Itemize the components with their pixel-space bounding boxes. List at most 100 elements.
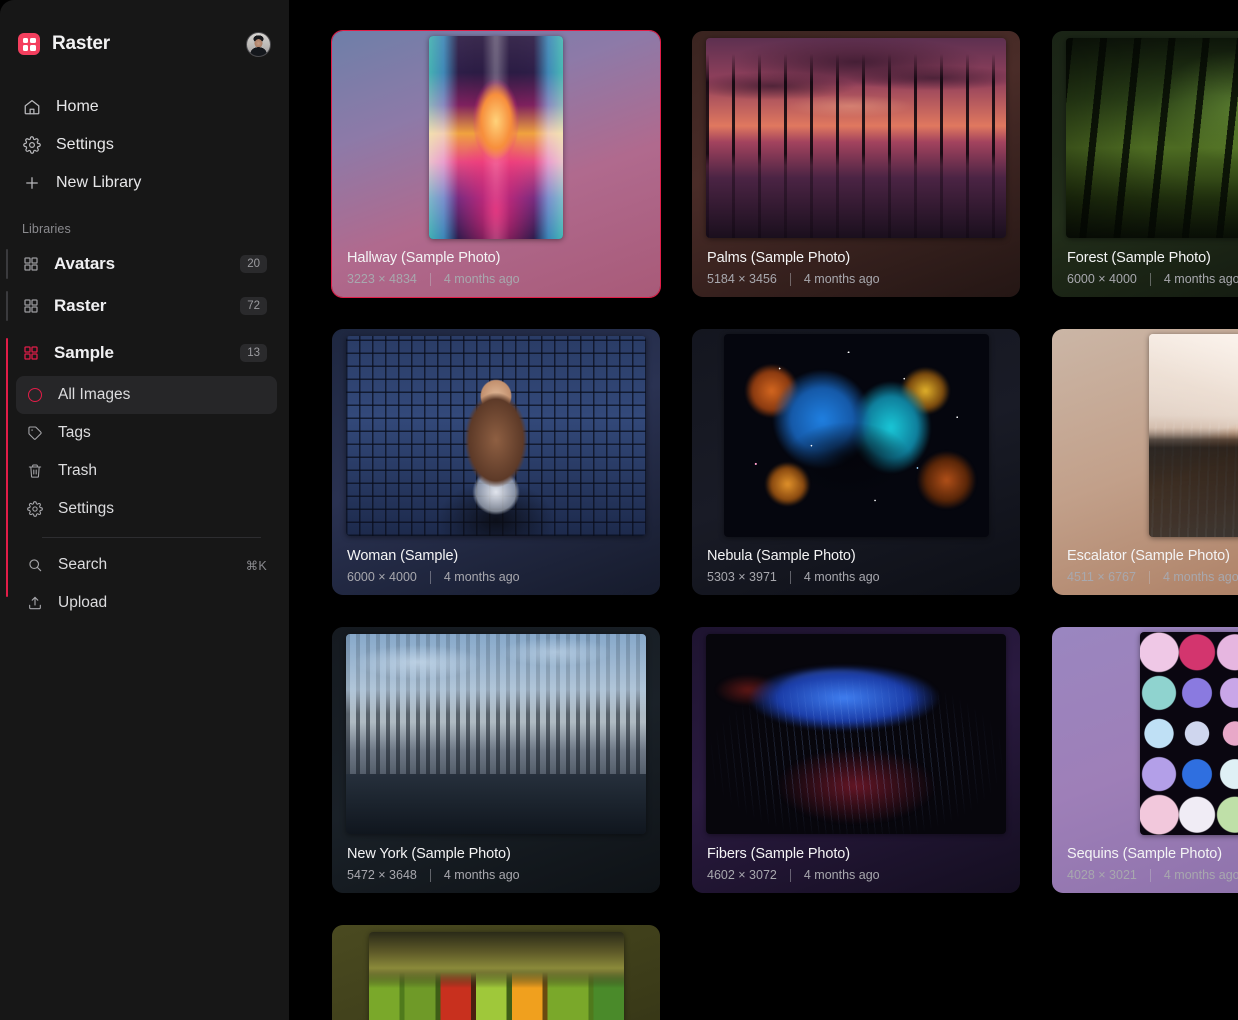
image-subinfo: 3223 × 4834 4 months ago <box>347 272 645 286</box>
card-meta: Woman (Sample) 6000 × 4000 4 months ago <box>332 537 660 595</box>
meta-separator <box>1150 869 1151 882</box>
image-card[interactable]: Fibers (Sample Photo) 4602 × 3072 4 mont… <box>692 627 1020 893</box>
image-card[interactable]: Hallway (Sample Photo) 3223 × 4834 4 mon… <box>332 31 660 297</box>
image-modified: 4 months ago <box>804 272 880 286</box>
image-card[interactable]: Sequins (Sample Photo) 4028 × 3021 4 mon… <box>1052 627 1238 893</box>
library-block-raster: Raster 72 <box>0 285 289 332</box>
app-title: Raster <box>52 33 110 55</box>
sidebar-item-trash[interactable]: Trash <box>16 452 277 490</box>
sidebar-item-library-settings-label: Settings <box>58 500 114 518</box>
card-meta: Hallway (Sample Photo) 3223 × 4834 4 mon… <box>332 239 660 297</box>
card-meta: Escalator (Sample Photo) 4511 × 6767 4 m… <box>1052 537 1238 595</box>
thumbnail-area <box>692 329 1020 537</box>
sidebar-item-avatars[interactable]: Avatars 20 <box>16 243 277 285</box>
sidebar-item-library-settings[interactable]: Settings <box>16 490 277 528</box>
photo-artwork <box>1140 632 1238 835</box>
sidebar-item-tags[interactable]: Tags <box>16 414 277 452</box>
image-card[interactable]: Forest (Sample Photo) 6000 × 4000 4 mont… <box>1052 31 1238 297</box>
sidebar-item-avatars-label: Avatars <box>54 254 115 274</box>
photo-artwork <box>1149 334 1238 537</box>
nav-item-new-library[interactable]: New Library <box>12 164 277 202</box>
sidebar-item-raster-count: 72 <box>240 297 267 315</box>
thumbnail-area <box>332 329 660 537</box>
meta-separator <box>790 273 791 286</box>
image-modified: 4 months ago <box>444 570 520 584</box>
thumbnail-area <box>332 627 660 835</box>
gear-icon <box>22 135 42 155</box>
image-subinfo: 5184 × 3456 4 months ago <box>707 272 1005 286</box>
raster-logo-icon <box>18 33 40 55</box>
image-dimensions: 4028 × 3021 <box>1067 868 1137 882</box>
nav-item-new-library-label: New Library <box>56 174 141 192</box>
image-grid: Hallway (Sample Photo) 3223 × 4834 4 mon… <box>332 31 1238 1020</box>
image-modified: 4 months ago <box>1164 272 1238 286</box>
sidebar-divider <box>42 537 261 538</box>
image-title: Hallway (Sample Photo) <box>347 250 645 266</box>
nav-item-settings[interactable]: Settings <box>12 126 277 164</box>
image-dimensions: 4602 × 3072 <box>707 868 777 882</box>
thumbnail-area <box>1052 31 1238 239</box>
sidebar-item-avatars-count: 20 <box>240 255 267 273</box>
image-thumbnail <box>1149 334 1238 537</box>
library-rail <box>6 291 8 321</box>
image-card[interactable]: Nebula (Sample Photo) 5303 × 3971 4 mont… <box>692 329 1020 595</box>
image-card[interactable]: Palms (Sample Photo) 5184 × 3456 4 month… <box>692 31 1020 297</box>
image-subinfo: 4511 × 6767 4 months ago <box>1067 570 1238 584</box>
sidebar-item-sample-label: Sample <box>54 343 114 363</box>
image-dimensions: 6000 × 4000 <box>347 570 417 584</box>
image-card[interactable]: Woman (Sample) 6000 × 4000 4 months ago <box>332 329 660 595</box>
image-subinfo: 5472 × 3648 4 months ago <box>347 868 645 882</box>
home-icon <box>22 97 42 117</box>
image-subinfo: 4602 × 3072 4 months ago <box>707 868 1005 882</box>
photo-artwork <box>724 334 989 537</box>
image-card[interactable] <box>332 925 660 1020</box>
thumbnail-area <box>332 31 660 239</box>
sidebar-item-sample[interactable]: Sample 13 <box>16 332 277 374</box>
sidebar-item-search[interactable]: Search ⌘K <box>16 546 277 584</box>
app-window: Raster Home Settings New Library <box>0 0 1238 1020</box>
photo-artwork <box>429 36 563 239</box>
image-thumbnail <box>346 336 646 536</box>
image-thumbnail <box>1140 632 1238 835</box>
image-modified: 4 months ago <box>444 272 520 286</box>
grid-icon <box>22 297 40 315</box>
image-dimensions: 3223 × 4834 <box>347 272 417 286</box>
meta-separator <box>790 571 791 584</box>
image-title: Palms (Sample Photo) <box>707 250 1005 266</box>
nav-item-home[interactable]: Home <box>12 88 277 126</box>
photo-artwork <box>706 38 1006 238</box>
image-modified: 4 months ago <box>804 868 880 882</box>
nav-item-home-label: Home <box>56 98 99 116</box>
image-card[interactable]: New York (Sample Photo) 5472 × 3648 4 mo… <box>332 627 660 893</box>
image-thumbnail <box>706 38 1006 238</box>
upload-icon <box>26 594 44 612</box>
image-card[interactable]: Escalator (Sample Photo) 4511 × 6767 4 m… <box>1052 329 1238 595</box>
image-title: New York (Sample Photo) <box>347 846 645 862</box>
avatar[interactable] <box>246 32 271 57</box>
sidebar-item-raster[interactable]: Raster 72 <box>16 285 277 327</box>
search-icon <box>26 556 44 574</box>
photo-artwork <box>346 336 646 536</box>
sample-sub-nav: All Images Tags Trash <box>16 376 277 622</box>
gear-icon <box>26 500 44 518</box>
image-dimensions: 5472 × 3648 <box>347 868 417 882</box>
nav-item-settings-label: Settings <box>56 136 114 154</box>
meta-separator <box>430 571 431 584</box>
sidebar: Raster Home Settings New Library <box>0 0 289 1020</box>
sidebar-item-all-images[interactable]: All Images <box>16 376 277 414</box>
image-title: Nebula (Sample Photo) <box>707 548 1005 564</box>
library-block-avatars: Avatars 20 <box>0 243 289 285</box>
image-subinfo: 4028 × 3021 4 months ago <box>1067 868 1238 882</box>
library-rail <box>6 249 8 279</box>
meta-separator <box>1149 571 1150 584</box>
sidebar-item-trash-label: Trash <box>58 462 97 480</box>
library-block-sample: Sample 13 All Images Tags <box>0 332 289 622</box>
image-thumbnail <box>369 932 624 1020</box>
image-thumbnail <box>429 36 563 239</box>
thumbnail-area <box>692 627 1020 835</box>
image-modified: 4 months ago <box>444 868 520 882</box>
sidebar-item-upload[interactable]: Upload <box>16 584 277 622</box>
photo-artwork <box>1066 38 1238 238</box>
card-meta: Forest (Sample Photo) 6000 × 4000 4 mont… <box>1052 239 1238 297</box>
library-rail-active <box>6 338 8 597</box>
